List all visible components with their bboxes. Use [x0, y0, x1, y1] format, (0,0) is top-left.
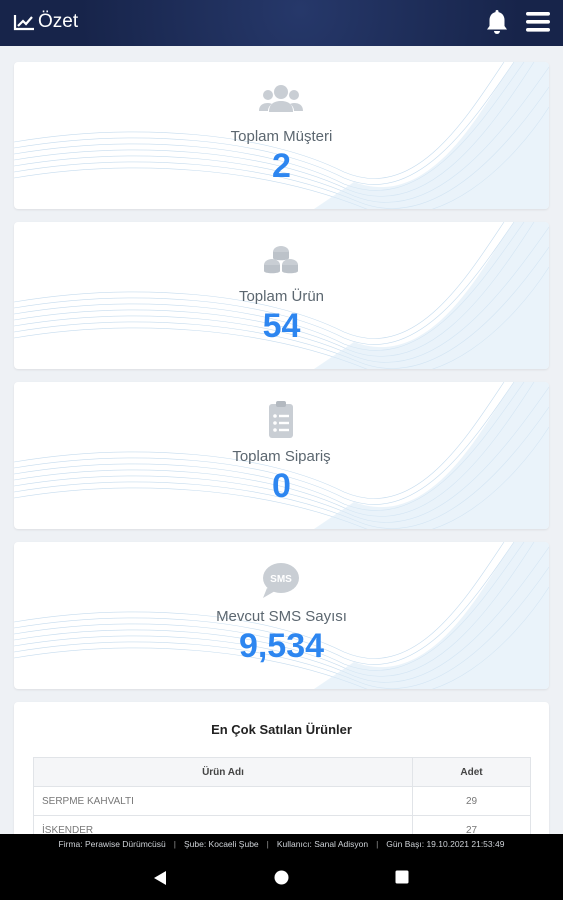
table-row[interactable]: SERPME KAHVALTI 29	[33, 786, 531, 816]
card-total-orders[interactable]: Toplam Sipariş 0	[14, 382, 549, 529]
separator: |	[266, 839, 269, 849]
chart-icon[interactable]	[13, 13, 35, 31]
svg-text:SMS: SMS	[270, 574, 292, 585]
clipboard-list-icon	[269, 401, 293, 438]
user-info: Kullanıcı: Sanal Adisyon	[276, 839, 369, 849]
product-quantity: 29	[412, 786, 531, 816]
card-total-customers[interactable]: Toplam Müşteri 2	[14, 62, 549, 209]
cubes-icon	[264, 246, 298, 274]
column-header-quantity[interactable]: Adet	[412, 757, 531, 787]
branch-info: Şube: Kocaeli Şube	[183, 839, 259, 849]
card-value: 2	[272, 147, 291, 185]
recent-apps-icon[interactable]	[395, 870, 409, 884]
users-icon	[259, 85, 303, 112]
system-navigation-bar	[0, 854, 563, 900]
top-products-table: Ürün Adı Adet SERPME KAHVALTI 29 İSKENDE…	[33, 757, 531, 842]
card-label: Toplam Müşteri	[230, 128, 333, 145]
top-products-title: En Çok Satılan Ürünler	[211, 722, 352, 737]
card-label: Mevcut SMS Sayısı	[216, 608, 347, 625]
info-status-bar: Firma: Perawise Dürümcüsü | Şube: Kocael…	[0, 834, 563, 854]
back-icon[interactable]	[153, 870, 167, 886]
card-label: Toplam Sipariş	[232, 448, 331, 465]
card-sms-count[interactable]: SMS Mevcut SMS Sayısı 9,534	[14, 542, 549, 689]
column-header-product-name[interactable]: Ürün Adı	[33, 757, 413, 787]
card-value: 9,534	[238, 627, 325, 665]
menu-icon[interactable]	[526, 11, 550, 33]
table-header-row: Ürün Adı Adet	[33, 757, 531, 787]
bell-icon[interactable]	[484, 9, 510, 36]
home-icon[interactable]	[274, 870, 289, 885]
sms-icon: SMS	[263, 563, 299, 598]
day-start-info: Gün Başı: 19.10.2021 21:53:49	[386, 839, 505, 849]
firm-info: Firma: Perawise Dürümcüsü	[58, 839, 166, 849]
separator: |	[173, 839, 176, 849]
card-label: Toplam Ürün	[238, 288, 325, 305]
product-name: SERPME KAHVALTI	[33, 786, 413, 816]
top-products-card: En Çok Satılan Ürünler Ürün Adı Adet SER…	[14, 702, 549, 842]
page-title: Özet	[38, 11, 79, 32]
app-bar: Özet	[0, 0, 563, 46]
card-value: 0	[272, 467, 291, 505]
separator: |	[376, 839, 379, 849]
card-total-products[interactable]: Toplam Ürün 54	[14, 222, 549, 369]
card-value: 54	[262, 307, 301, 345]
